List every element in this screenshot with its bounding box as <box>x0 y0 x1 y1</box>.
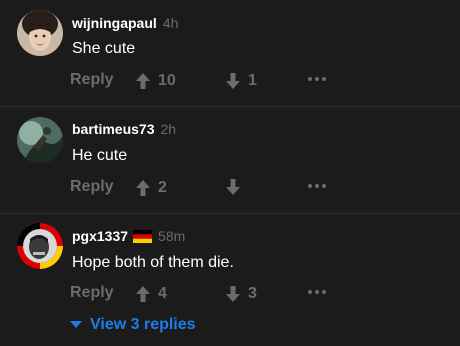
action-bar: Reply 2 <box>0 176 460 200</box>
downvote-arrow-icon <box>226 73 240 89</box>
downvote-count: 1 <box>248 72 257 89</box>
username[interactable]: bartimeus73 <box>72 121 154 137</box>
divider <box>0 106 460 107</box>
reply-button[interactable]: Reply <box>70 178 114 196</box>
upvote-arrow-icon <box>136 286 150 302</box>
comment-text: He cute <box>72 147 128 164</box>
comment-text: She cute <box>72 40 136 57</box>
more-options-icon[interactable] <box>308 77 326 81</box>
upvote-button[interactable]: 4 <box>136 285 167 303</box>
reply-button[interactable]: Reply <box>70 71 114 89</box>
downvote-count: 3 <box>248 285 257 302</box>
reply-button[interactable]: Reply <box>70 284 114 302</box>
upvote-button[interactable]: 2 <box>136 179 167 197</box>
more-options-icon[interactable] <box>308 290 326 294</box>
action-bar: Reply 4 3 <box>0 282 460 306</box>
downvote-arrow-icon <box>226 286 240 302</box>
user-row: pgx1337 58m <box>72 226 185 246</box>
username[interactable]: wijningapaul <box>72 15 157 31</box>
comment-text: Hope both of them die. <box>72 254 234 271</box>
action-bar: Reply 10 1 <box>0 69 460 93</box>
avatar[interactable] <box>17 117 63 163</box>
avatar[interactable] <box>17 223 63 269</box>
user-row: wijningapaul 4h <box>72 13 178 33</box>
username[interactable]: pgx1337 <box>72 228 128 244</box>
upvote-count: 10 <box>158 72 176 89</box>
upvote-count: 2 <box>158 179 167 196</box>
upvote-arrow-icon <box>136 180 150 196</box>
user-row: bartimeus73 2h <box>72 119 176 139</box>
view-replies-label: View 3 replies <box>90 316 196 333</box>
timestamp: 2h <box>160 121 177 137</box>
expand-chevron-icon <box>70 321 82 328</box>
upvote-button[interactable]: 10 <box>136 72 176 90</box>
timestamp: 58m <box>158 228 186 244</box>
more-options-icon[interactable] <box>308 184 326 188</box>
germany-flag-icon <box>133 229 153 243</box>
timestamp: 4h <box>162 15 179 31</box>
downvote-button[interactable]: 1 <box>226 72 257 90</box>
upvote-count: 4 <box>158 285 167 302</box>
downvote-arrow-icon <box>226 179 240 195</box>
divider <box>0 213 460 214</box>
downvote-button[interactable] <box>226 179 248 195</box>
upvote-arrow-icon <box>136 73 150 89</box>
view-replies-button[interactable]: View 3 replies <box>70 316 196 334</box>
downvote-button[interactable]: 3 <box>226 285 257 303</box>
avatar[interactable] <box>17 10 63 56</box>
